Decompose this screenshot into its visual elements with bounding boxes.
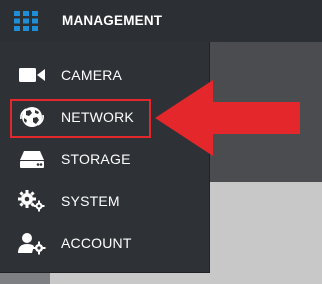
top-bar: MANAGEMENT — [0, 0, 322, 42]
red-arrow-icon — [155, 80, 300, 156]
menu-item-label: STORAGE — [61, 151, 131, 167]
grid-icon[interactable] — [14, 11, 38, 31]
video-camera-icon — [19, 68, 45, 82]
menu-title[interactable]: MANAGEMENT — [62, 13, 162, 28]
network-highlight-box — [10, 99, 151, 138]
background-strip — [0, 272, 50, 284]
menu-item-system[interactable]: SYSTEM — [0, 180, 209, 222]
menu-item-label: SYSTEM — [61, 193, 120, 209]
hard-drive-icon — [20, 151, 44, 168]
gears-icon — [18, 190, 45, 212]
user-settings-icon — [18, 233, 46, 255]
menu-item-label: ACCOUNT — [61, 235, 132, 251]
menu-item-label: CAMERA — [61, 67, 123, 83]
menu-item-account[interactable]: ACCOUNT — [0, 222, 209, 264]
